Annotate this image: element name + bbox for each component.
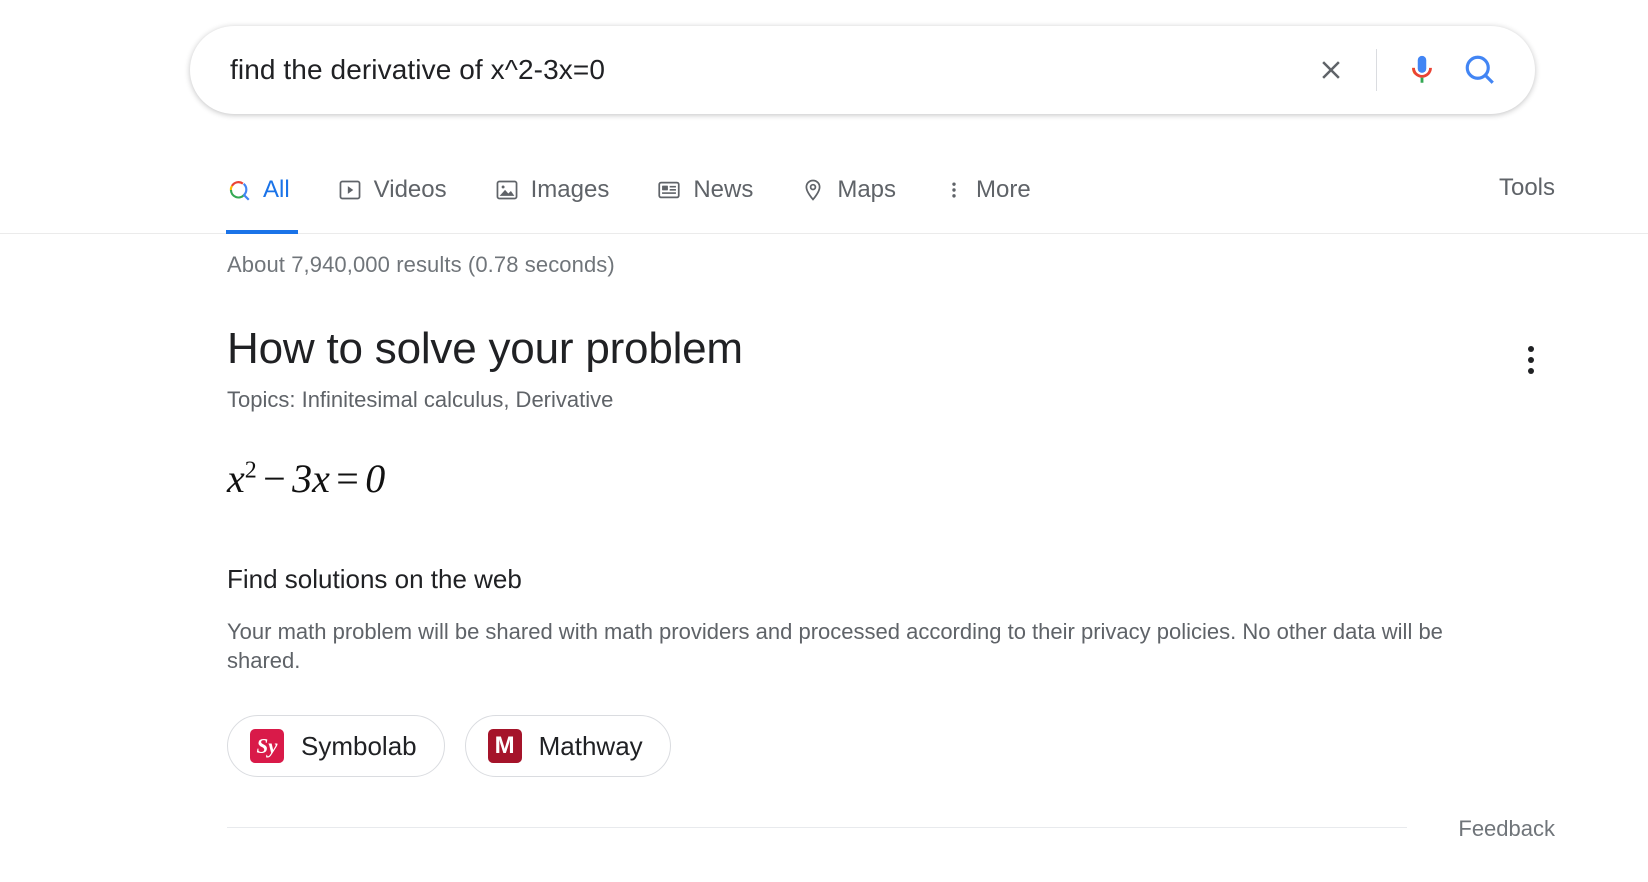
search-bar-divider bbox=[1376, 49, 1377, 91]
search-nav-tabs: All Videos Images bbox=[226, 160, 1078, 220]
more-vertical-icon bbox=[943, 177, 965, 203]
voice-search-button[interactable] bbox=[1393, 41, 1451, 99]
video-icon bbox=[337, 177, 363, 203]
equation-minus-operator: − bbox=[257, 456, 292, 501]
card-topics: Topics: Infinitesimal calculus, Derivati… bbox=[227, 387, 1547, 413]
provider-chip-mathway[interactable]: M Mathway bbox=[465, 715, 671, 777]
tab-news[interactable]: News bbox=[656, 160, 778, 220]
tab-maps-label: Maps bbox=[837, 176, 896, 204]
search-bar[interactable] bbox=[190, 26, 1535, 114]
feedback-link[interactable]: Feedback bbox=[1458, 816, 1555, 842]
page-title: How to solve your problem bbox=[227, 324, 1547, 375]
google-search-icon bbox=[226, 177, 252, 203]
equation-result: 0 bbox=[365, 456, 385, 501]
privacy-disclaimer: Your math problem will be shared with ma… bbox=[227, 617, 1495, 676]
tab-all[interactable]: All bbox=[226, 160, 315, 220]
tab-more-label: More bbox=[976, 176, 1031, 204]
section-heading-find-solutions: Find solutions on the web bbox=[227, 564, 1547, 595]
footer-divider bbox=[227, 827, 1407, 828]
active-tab-underline bbox=[226, 230, 298, 234]
equation-equals-operator: = bbox=[330, 456, 365, 501]
more-vertical-icon bbox=[1528, 368, 1534, 374]
map-pin-icon bbox=[800, 177, 826, 203]
tab-images-label: Images bbox=[531, 176, 610, 204]
search-bar-actions bbox=[1302, 41, 1509, 99]
provider-chip-symbolab[interactable]: Sy Symbolab bbox=[227, 715, 445, 777]
search-nav-bar: All Videos Images bbox=[0, 160, 1648, 234]
clear-search-button[interactable] bbox=[1302, 41, 1360, 99]
more-vertical-icon bbox=[1528, 346, 1534, 352]
search-input[interactable] bbox=[228, 53, 1302, 87]
search-results-content: About 7,940,000 results (0.78 seconds) H… bbox=[227, 252, 1547, 777]
math-equation: x2−3x=0 bbox=[227, 455, 1547, 502]
search-submit-button[interactable] bbox=[1451, 41, 1509, 99]
tab-more[interactable]: More bbox=[943, 160, 1056, 220]
symbolab-logo-icon: Sy bbox=[250, 729, 284, 763]
provider-label-symbolab: Symbolab bbox=[301, 731, 417, 762]
close-icon bbox=[1316, 55, 1346, 85]
tab-all-label: All bbox=[263, 176, 290, 204]
tab-videos[interactable]: Videos bbox=[337, 160, 472, 220]
result-options-button[interactable] bbox=[1507, 336, 1555, 384]
tools-button[interactable]: Tools bbox=[1499, 174, 1555, 202]
more-vertical-icon bbox=[1528, 357, 1534, 363]
mathway-logo-icon: M bbox=[488, 729, 522, 763]
news-icon bbox=[656, 177, 682, 203]
google-search-results-page: All Videos Images bbox=[0, 0, 1648, 882]
tab-images[interactable]: Images bbox=[494, 160, 635, 220]
image-icon bbox=[494, 177, 520, 203]
equation-exponent: 2 bbox=[245, 457, 257, 483]
microphone-icon bbox=[1405, 53, 1439, 87]
provider-label-mathway: Mathway bbox=[539, 731, 643, 762]
equation-base: x bbox=[227, 456, 245, 501]
equation-term: 3x bbox=[292, 456, 330, 501]
search-icon bbox=[1462, 52, 1498, 88]
tab-videos-label: Videos bbox=[374, 176, 447, 204]
math-provider-list: Sy Symbolab M Mathway bbox=[227, 715, 1547, 777]
tab-news-label: News bbox=[693, 176, 753, 204]
result-stats: About 7,940,000 results (0.78 seconds) bbox=[227, 252, 1547, 278]
tab-maps[interactable]: Maps bbox=[800, 160, 921, 220]
